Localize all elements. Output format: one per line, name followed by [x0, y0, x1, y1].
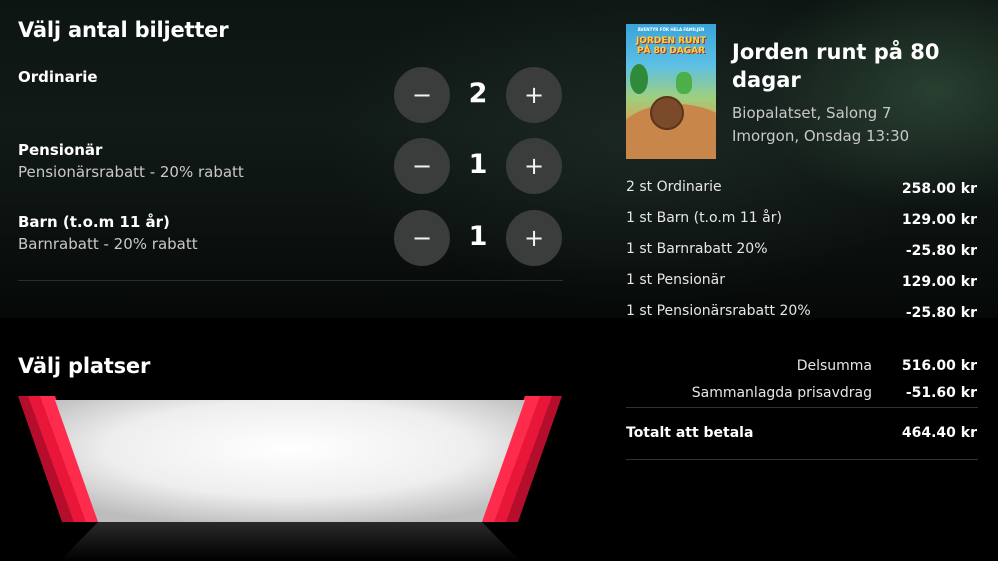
increase-ordinarie-button[interactable]: +	[506, 67, 562, 123]
total-label: Totalt att betala	[626, 425, 754, 441]
decrease-ordinarie-button[interactable]: −	[394, 67, 450, 123]
minus-icon: −	[411, 224, 433, 252]
plus-icon: +	[523, 152, 545, 180]
poster-tagline: ÄVENTYR FÖR HELA FAMILJEN	[637, 27, 705, 32]
poster-title: JORDEN RUNT PÅ 80 DAGAR	[635, 36, 707, 56]
decrease-pensionar-button[interactable]: −	[394, 138, 450, 194]
ordinarie-quantity: 2	[468, 78, 488, 109]
order-line-label: 1 st Barnrabatt 20%	[626, 241, 768, 257]
order-line-label: 2 st Ordinarie	[626, 179, 722, 195]
summary-divider	[626, 407, 978, 408]
poster-frog-art	[676, 72, 692, 94]
subtotal-amount: 516.00 kr	[901, 358, 977, 374]
cinema-screen	[0, 394, 580, 561]
order-line-amount: -25.80 kr	[905, 243, 977, 259]
decrease-barn-button[interactable]: −	[394, 210, 450, 266]
movie-title: Jorden runt på 80 dagar	[732, 40, 940, 92]
plus-icon: +	[523, 81, 545, 109]
plus-icon: +	[523, 224, 545, 252]
cinema-screen-graphic	[18, 396, 562, 561]
ticket-type-barn-label: Barn (t.o.m 11 år)	[18, 213, 170, 231]
discount-total-label: Sammanlagda prisavdrag	[691, 385, 872, 401]
movie-showtime: Imorgon, Onsdag 13:30	[732, 127, 910, 145]
poster-character-art	[650, 96, 684, 130]
poster-leaf-art	[630, 64, 648, 94]
order-line-amount: -25.80 kr	[905, 305, 977, 321]
subtotal-label: Delsumma	[796, 358, 872, 374]
ticket-type-barn-discount: Barnrabatt - 20% rabatt	[18, 235, 198, 253]
minus-icon: −	[411, 81, 433, 109]
order-line-amount: 129.00 kr	[901, 212, 977, 228]
barn-quantity: 1	[468, 221, 488, 252]
tickets-divider	[18, 280, 563, 281]
movie-poster: ÄVENTYR FÖR HELA FAMILJEN JORDEN RUNT PÅ…	[626, 24, 716, 159]
pensionar-quantity: 1	[468, 149, 488, 180]
total-divider	[626, 459, 978, 460]
tickets-section-title: Välj antal biljetter	[18, 18, 229, 42]
increase-pensionar-button[interactable]: +	[506, 138, 562, 194]
seats-section-title: Välj platser	[18, 354, 151, 378]
ticket-type-pensionar-label: Pensionär	[18, 141, 103, 159]
total-amount: 464.40 kr	[901, 425, 977, 441]
increase-barn-button[interactable]: +	[506, 210, 562, 266]
ticket-type-ordinarie-label: Ordinarie	[18, 68, 98, 86]
order-line-amount: 129.00 kr	[901, 274, 977, 290]
minus-icon: −	[411, 152, 433, 180]
order-line-label: 1 st Barn (t.o.m 11 år)	[626, 210, 782, 226]
order-line-amount: 258.00 kr	[901, 181, 977, 197]
discount-total-amount: -51.60 kr	[905, 385, 977, 401]
ticket-type-pensionar-discount: Pensionärsrabatt - 20% rabatt	[18, 163, 244, 181]
order-line-label: 1 st Pensionärsrabatt 20%	[626, 303, 811, 319]
movie-venue: Biopalatset, Salong 7	[732, 104, 892, 122]
order-line-label: 1 st Pensionär	[626, 272, 725, 288]
